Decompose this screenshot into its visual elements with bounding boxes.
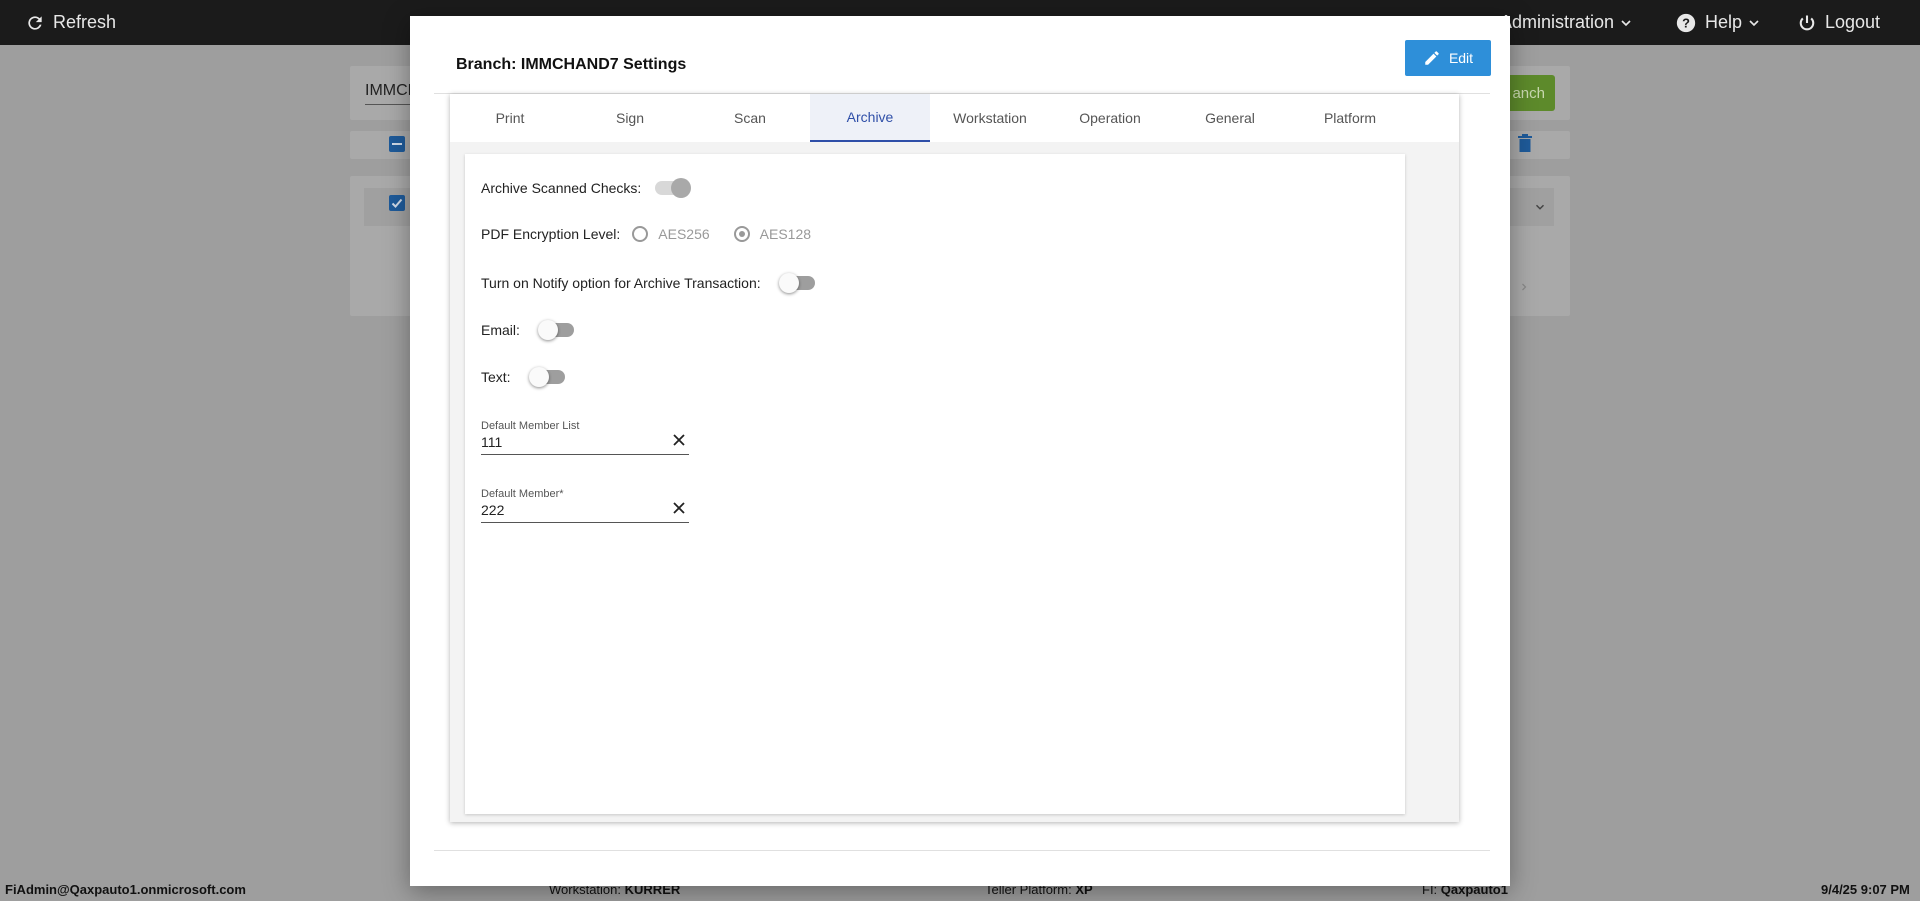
notify-archive-label: Turn on Notify option for Archive Transa… xyxy=(481,275,761,291)
help-icon: ? xyxy=(1676,13,1696,32)
pdf-encryption-label: PDF Encryption Level: xyxy=(481,226,621,242)
aes256-label: AES256 xyxy=(658,226,710,242)
default-member-input[interactable] xyxy=(481,500,661,520)
text-label: Text: xyxy=(481,369,511,385)
edit-label: Edit xyxy=(1448,50,1474,66)
tab-general[interactable]: General xyxy=(1170,94,1290,142)
tab-operation[interactable]: Operation xyxy=(1050,94,1170,142)
email-label: Email: xyxy=(481,322,520,338)
background-button-label: anch xyxy=(1512,84,1545,102)
tab-workstation[interactable]: Workstation xyxy=(930,94,1050,142)
default-member-field: Default Member* xyxy=(481,488,689,523)
default-member-label: Default Member* xyxy=(481,488,564,500)
archive-settings-panel: Archive Scanned Checks: PDF Encryption L… xyxy=(465,154,1405,814)
svg-text:?: ? xyxy=(1682,15,1690,30)
email-toggle[interactable] xyxy=(537,320,576,340)
chevron-down-icon xyxy=(1535,204,1545,210)
tab-sign[interactable]: Sign xyxy=(570,94,690,142)
logout-label: Logout xyxy=(1825,12,1881,32)
edit-button[interactable]: Edit xyxy=(1405,40,1491,76)
tab-platform[interactable]: Platform xyxy=(1290,94,1410,142)
notify-archive-row: Turn on Notify option for Archive Transa… xyxy=(481,273,817,293)
default-member-list-input[interactable] xyxy=(481,432,661,452)
default-member-list-label: Default Member List xyxy=(481,420,580,432)
help-menu[interactable]: ? Help xyxy=(1675,0,1762,45)
refresh-icon xyxy=(28,15,42,30)
footer-datetime: 9/4/25 9:07 PM xyxy=(1821,882,1910,897)
pdf-encryption-row: PDF Encryption Level: AES256 AES128 xyxy=(481,226,827,242)
settings-tabs: Print Sign Scan Archive Workstation Oper… xyxy=(450,94,1459,142)
chevron-down-icon xyxy=(1621,19,1631,26)
background-checked-checkbox xyxy=(389,195,405,211)
aes256-radio[interactable] xyxy=(632,226,649,242)
settings-tabs-card: Print Sign Scan Archive Workstation Oper… xyxy=(450,94,1459,822)
branch-settings-dialog: Branch: IMMCHAND7 Settings Edit Print Si… xyxy=(410,16,1510,886)
dialog-header: Branch: IMMCHAND7 Settings xyxy=(434,40,1490,94)
power-icon xyxy=(1799,15,1815,30)
refresh-button[interactable]: Refresh xyxy=(25,0,116,45)
administration-label: Administration xyxy=(1500,12,1615,32)
clear-icon[interactable] xyxy=(673,434,685,446)
trash-icon xyxy=(1518,134,1532,152)
aes128-label: AES128 xyxy=(759,226,812,242)
chevron-down-icon xyxy=(1749,19,1759,26)
aes128-radio[interactable] xyxy=(733,226,750,242)
tab-print[interactable]: Print xyxy=(450,94,570,142)
footer-user: FiAdmin@Qaxpauto1.onmicrosoft.com xyxy=(5,882,246,897)
dialog-title: Branch: IMMCHAND7 Settings xyxy=(456,56,687,73)
tab-scan[interactable]: Scan xyxy=(690,94,810,142)
refresh-label: Refresh xyxy=(53,12,117,32)
default-member-list-field: Default Member List xyxy=(481,420,689,455)
email-row: Email: xyxy=(481,320,576,340)
background-indeterminate-checkbox xyxy=(389,136,405,152)
notify-archive-toggle[interactable] xyxy=(778,273,817,293)
pencil-icon xyxy=(1425,51,1439,65)
logout-button[interactable]: Logout xyxy=(1797,0,1880,45)
archive-scanned-checks-toggle[interactable] xyxy=(655,178,692,198)
chevron-right-icon xyxy=(1522,283,1527,291)
background-input-underline xyxy=(365,104,410,105)
text-toggle[interactable] xyxy=(528,367,567,387)
tab-archive[interactable]: Archive xyxy=(810,94,930,142)
help-label: Help xyxy=(1705,12,1743,32)
administration-menu[interactable]: Administration xyxy=(1500,0,1634,45)
text-row: Text: xyxy=(481,367,567,387)
archive-scanned-checks-row: Archive Scanned Checks: xyxy=(481,178,692,198)
clear-icon[interactable] xyxy=(673,502,685,514)
archive-scanned-checks-label: Archive Scanned Checks: xyxy=(481,180,642,196)
